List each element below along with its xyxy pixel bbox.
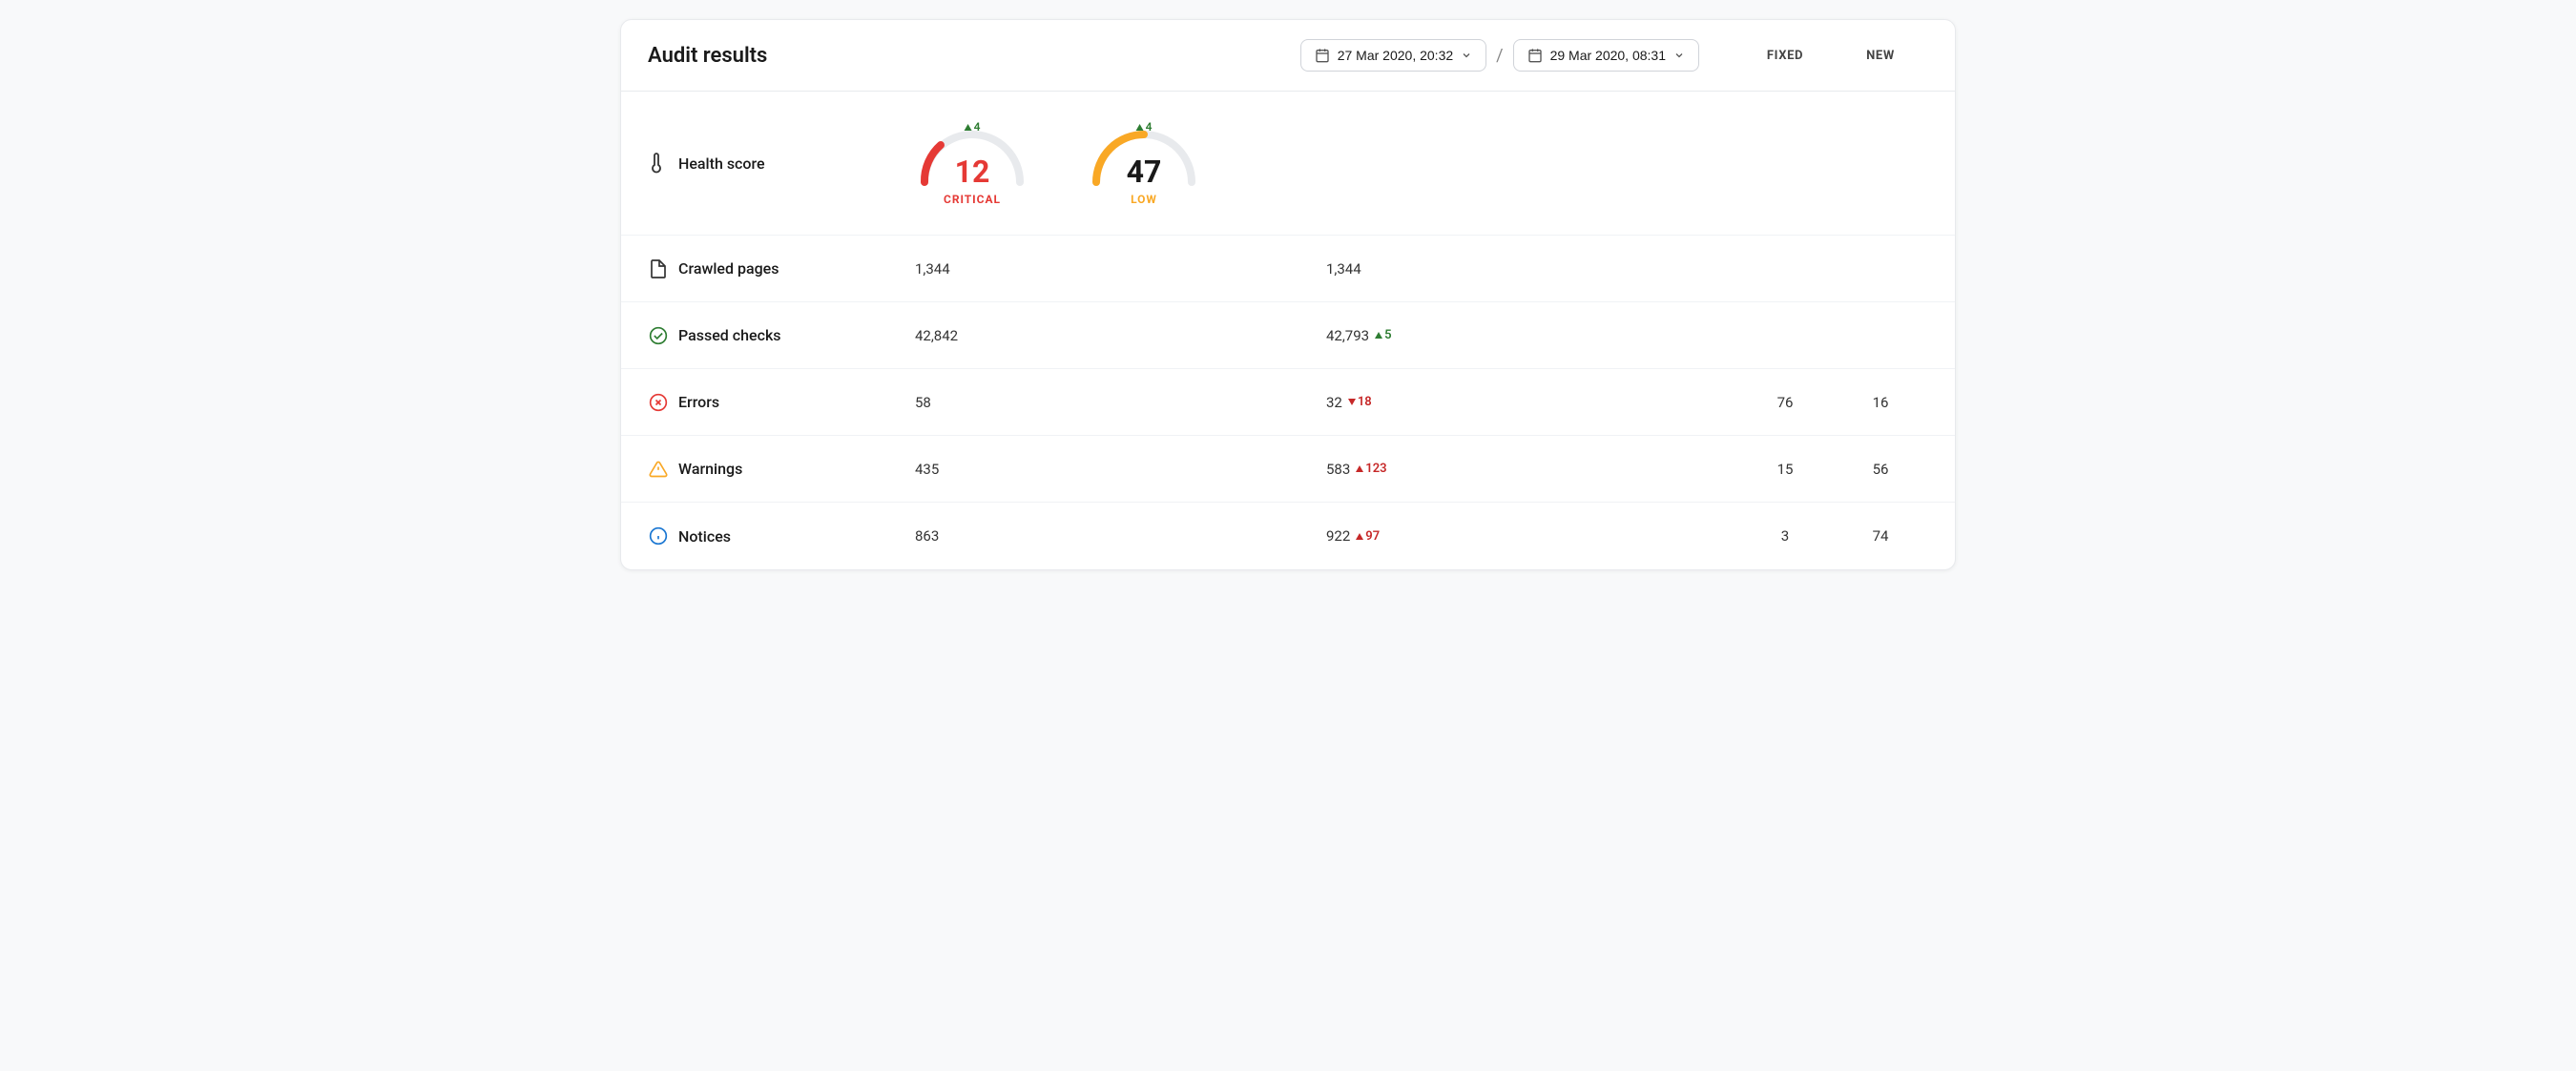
passed-checks-row: Passed checks 42,842 42,793 5 <box>621 302 1955 369</box>
date-picker-1[interactable]: 27 Mar 2020, 20:32 <box>1300 39 1486 72</box>
gauge-2-container: 4 47 <box>1087 120 1201 187</box>
gauge-1-container: 4 12 <box>915 120 1029 187</box>
new-column-header: NEW <box>1833 49 1928 63</box>
date-picker-2[interactable]: 29 Mar 2020, 08:31 <box>1513 39 1699 72</box>
check-circle-icon <box>648 325 669 346</box>
gauge-2-delta: 4 <box>1136 120 1153 134</box>
header: Audit results 27 Mar 2020, 20:32 / <box>621 20 1955 92</box>
warnings-col1: 435 <box>915 461 1326 478</box>
warnings-label: Warnings <box>648 459 915 480</box>
passed-checks-delta: 5 <box>1375 328 1391 342</box>
notices-label: Notices <box>648 525 915 546</box>
info-circle-icon <box>648 525 669 546</box>
gauge-2-status: LOW <box>1131 193 1157 206</box>
gauge-1-delta: 4 <box>965 120 981 134</box>
gauge-2: 4 47 LOW <box>1087 120 1201 206</box>
errors-fixed: 76 <box>1737 394 1833 411</box>
crawled-pages-col2: 1,344 <box>1326 260 1737 278</box>
column-headers: FIXED NEW <box>1737 49 1928 63</box>
date-2-value: 29 Mar 2020, 08:31 <box>1550 48 1666 63</box>
warnings-fixed: 15 <box>1737 461 1833 478</box>
crawled-pages-col1: 1,344 <box>915 260 1326 278</box>
calendar-icon-1 <box>1315 48 1330 63</box>
audit-results-card: Audit results 27 Mar 2020, 20:32 / <box>620 19 1956 570</box>
warnings-row: Warnings 435 583 123 15 56 <box>621 436 1955 503</box>
passed-checks-col1: 42,842 <box>915 327 1326 344</box>
warnings-col2: 583 123 <box>1326 461 1737 478</box>
warnings-delta: 123 <box>1356 462 1386 476</box>
chevron-down-icon-1 <box>1461 50 1472 61</box>
date-1-value: 27 Mar 2020, 20:32 <box>1338 48 1453 63</box>
fixed-column-header: FIXED <box>1737 49 1833 63</box>
health-score-row: Health score 4 12 <box>621 92 1955 236</box>
date-separator: / <box>1496 46 1503 66</box>
gauges-area: 4 12 CRITICAL 4 <box>915 120 1201 206</box>
notices-delta: 97 <box>1356 529 1380 544</box>
passed-checks-col2: 42,793 5 <box>1326 327 1737 344</box>
notices-col2: 922 97 <box>1326 527 1737 545</box>
errors-col1: 58 <box>915 394 1326 411</box>
errors-col2: 32 18 <box>1326 394 1737 411</box>
errors-delta: 18 <box>1348 395 1372 409</box>
errors-row: Errors 58 32 18 76 16 <box>621 369 1955 436</box>
errors-label: Errors <box>648 392 915 413</box>
page-title: Audit results <box>648 44 1300 68</box>
warning-triangle-icon <box>648 459 669 480</box>
notices-fixed: 3 <box>1737 527 1833 545</box>
errors-new: 16 <box>1833 394 1928 411</box>
warnings-new: 56 <box>1833 461 1928 478</box>
thermometer-icon <box>648 153 669 174</box>
calendar-icon-2 <box>1527 48 1543 63</box>
health-score-label: Health score <box>648 153 915 174</box>
date-controls: 27 Mar 2020, 20:32 / 29 Mar 2020, 08:31 <box>1300 39 1699 72</box>
gauge-1-status: CRITICAL <box>944 193 1001 206</box>
gauge-1: 4 12 CRITICAL <box>915 120 1029 206</box>
crawled-pages-label: Crawled pages <box>648 258 915 279</box>
gauge-1-value: 12 <box>955 156 990 187</box>
passed-checks-label: Passed checks <box>648 325 915 346</box>
file-icon <box>648 258 669 279</box>
crawled-pages-row: Crawled pages 1,344 1,344 <box>621 236 1955 302</box>
chevron-down-icon-2 <box>1673 50 1685 61</box>
notices-col1: 863 <box>915 527 1326 545</box>
gauge-2-value: 47 <box>1127 156 1162 187</box>
notices-row: Notices 863 922 97 3 74 <box>621 503 1955 569</box>
error-circle-icon <box>648 392 669 413</box>
notices-new: 74 <box>1833 527 1928 545</box>
